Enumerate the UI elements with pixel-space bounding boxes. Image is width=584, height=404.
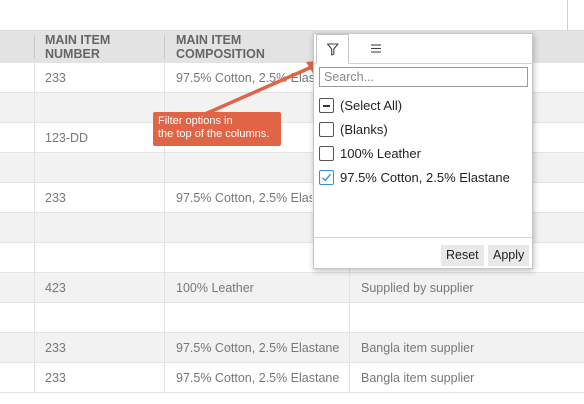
- grid-toolbar: [0, 0, 584, 31]
- column-header-label: COMPOSITION: [176, 47, 265, 61]
- cell-supplier[interactable]: Bangla item supplier: [361, 333, 474, 363]
- cell-supplier[interactable]: Supplied by supplier: [361, 273, 474, 303]
- popup-tabs: [314, 34, 532, 64]
- table-row[interactable]: 233 97.5% Cotton, 2.5% Elastane Bangla i…: [0, 363, 584, 393]
- filter-option-label: 97.5% Cotton, 2.5% Elastane: [340, 170, 510, 185]
- column-header-label: MAIN ITEM: [176, 33, 242, 47]
- cell-item-number[interactable]: 423: [45, 273, 66, 303]
- header-divider[interactable]: [164, 35, 165, 59]
- popup-footer-divider: [314, 237, 532, 238]
- filter-icon: [326, 43, 339, 56]
- filter-search-input[interactable]: [319, 67, 528, 87]
- filter-option-blanks[interactable]: (Blanks): [319, 119, 527, 141]
- cell-item-number[interactable]: 123-DD: [45, 123, 88, 153]
- column-header-label: MAIN ITEM: [45, 33, 111, 47]
- cell-item-number[interactable]: 233: [45, 63, 66, 93]
- callout-text-line: Filter options in: [158, 115, 233, 127]
- checkbox[interactable]: [319, 122, 334, 137]
- table-row[interactable]: 423 100% Leather Supplied by supplier: [0, 273, 584, 303]
- cell-supplier[interactable]: Bangla item supplier: [361, 363, 474, 393]
- cell-composition[interactable]: 97.5% Cotton, 2.5% Elastane: [176, 63, 314, 93]
- filter-option-leather[interactable]: 100% Leather: [319, 143, 527, 165]
- column-header-composition[interactable]: MAIN ITEM COMPOSITION: [176, 31, 265, 63]
- column-header-label: NUMBER: [45, 47, 100, 61]
- header-divider: [34, 35, 35, 59]
- cell-item-number[interactable]: 233: [45, 333, 66, 363]
- checkbox-checked[interactable]: [319, 170, 334, 185]
- checkbox[interactable]: [319, 146, 334, 161]
- cell-composition[interactable]: 100% Leather: [176, 273, 254, 303]
- menu-icon: [371, 44, 381, 53]
- reset-button[interactable]: Reset: [441, 245, 484, 266]
- filter-option-cotton-elastane[interactable]: 97.5% Cotton, 2.5% Elastane: [319, 167, 527, 189]
- column-header-item-number[interactable]: MAIN ITEM NUMBER: [45, 31, 110, 63]
- filter-option-label: (Select All): [340, 98, 403, 113]
- filter-popup: (Select All) (Blanks) 100% Leather 97.5%…: [313, 33, 533, 269]
- filter-option-label: 100% Leather: [340, 146, 421, 161]
- cell-item-number[interactable]: 233: [45, 363, 66, 393]
- table-row[interactable]: 233 97.5% Cotton, 2.5% Elastane Bangla i…: [0, 333, 584, 363]
- cell-composition[interactable]: 97.5% Cotton, 2.5% Elastane: [176, 183, 312, 213]
- cell-composition[interactable]: 97.5% Cotton, 2.5% Elastane: [176, 363, 339, 393]
- checkmark-icon: [322, 173, 332, 182]
- cell-composition[interactable]: 97.5% Cotton, 2.5% Elastane: [176, 333, 339, 363]
- tab-menu[interactable]: [360, 34, 393, 63]
- checkbox-indeterminate[interactable]: [319, 98, 334, 113]
- table-row[interactable]: [0, 303, 584, 333]
- filter-option-label: (Blanks): [340, 122, 388, 137]
- tab-filter[interactable]: [316, 34, 349, 64]
- callout-text-line: the top of the columns.: [158, 128, 270, 140]
- cell-item-number[interactable]: 233: [45, 183, 66, 213]
- toolbar-divider: [567, 0, 568, 30]
- apply-button[interactable]: Apply: [488, 245, 530, 266]
- filter-option-select-all[interactable]: (Select All): [319, 95, 527, 117]
- annotation-callout: Filter options in the top of the columns…: [153, 112, 281, 146]
